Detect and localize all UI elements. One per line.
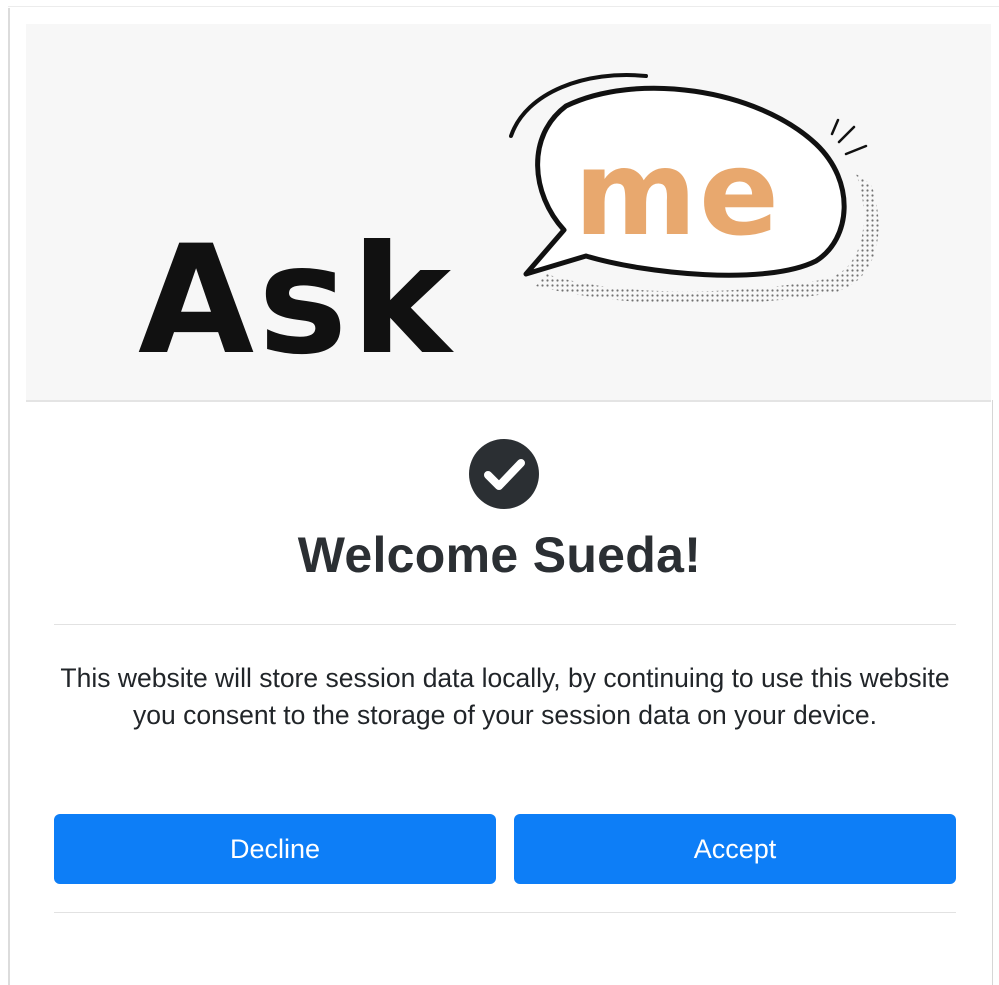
accept-button[interactable]: Accept: [514, 814, 956, 884]
askme-logo: me Ask: [138, 73, 879, 388]
divider: [54, 912, 956, 913]
motion-lines-icon: [830, 118, 868, 156]
logo-banner: me Ask: [26, 24, 991, 402]
consent-dialog-page: me Ask Welcome Sueda! This website will …: [0, 0, 999, 985]
dialog-title: Welcome Sueda!: [297, 527, 702, 583]
frame-top-edge: [8, 6, 999, 7]
logo-bubble-text: me: [574, 124, 781, 262]
divider: [54, 624, 956, 625]
frame-right-edge: [992, 400, 993, 985]
decline-button[interactable]: Decline: [54, 814, 496, 884]
frame-left-edge: [8, 8, 10, 985]
logo-word: Ask: [138, 214, 455, 388]
check-circle-icon: [469, 439, 539, 509]
consent-message: This website will store session data loc…: [60, 663, 950, 730]
